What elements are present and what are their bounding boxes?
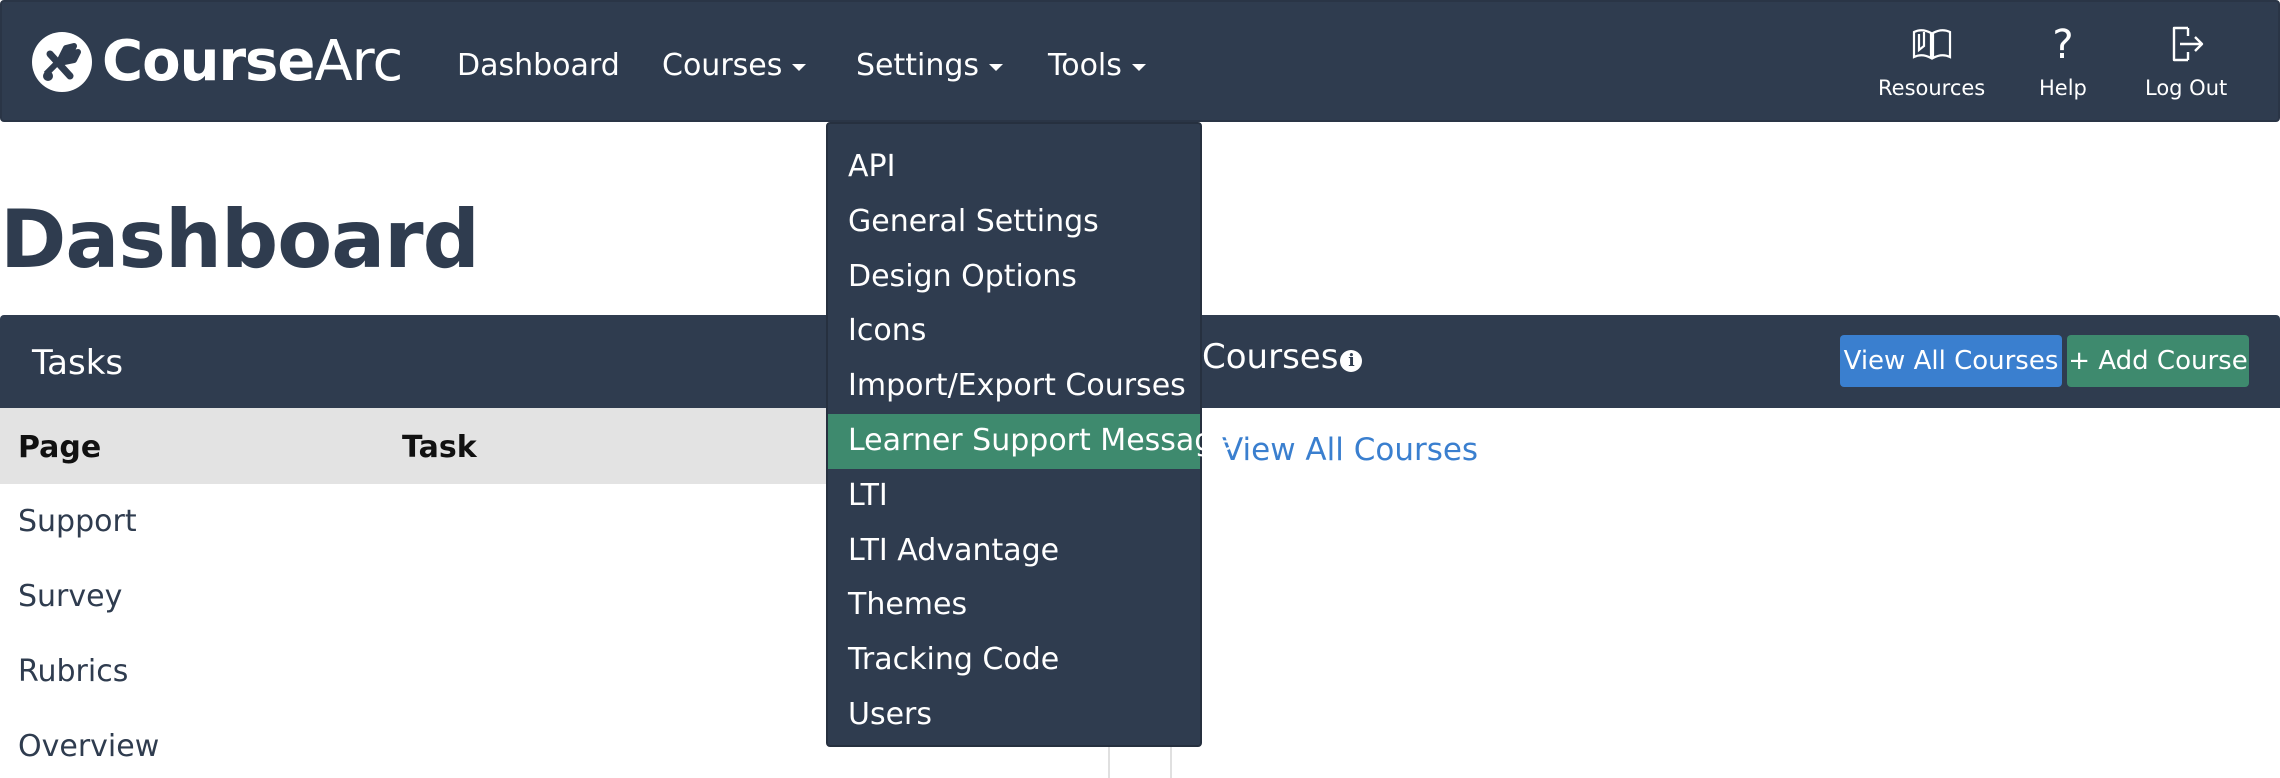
menu-item-import-export-courses[interactable]: Import/Export Courses bbox=[828, 359, 1200, 414]
table-row: Rubrics bbox=[18, 654, 129, 689]
menu-item-icons[interactable]: Icons bbox=[828, 304, 1200, 359]
column-header-task: Task bbox=[402, 430, 477, 465]
logout-link[interactable]: Log Out bbox=[2145, 22, 2227, 100]
nav-courses-label: Courses bbox=[662, 48, 783, 83]
svg-text:?: ? bbox=[2052, 22, 2073, 66]
table-row: Support bbox=[18, 504, 137, 539]
courses-panel-title: Courses i bbox=[1202, 337, 1363, 377]
nav-tools-dropdown[interactable]: Tools bbox=[1048, 48, 1146, 83]
view-all-courses-button[interactable]: View All Courses bbox=[1840, 335, 2062, 387]
menu-item-lti[interactable]: LTI bbox=[828, 469, 1200, 524]
nav-settings-dropdown[interactable]: Settings bbox=[856, 48, 1004, 83]
nav-dashboard-label: Dashboard bbox=[457, 48, 620, 83]
caret-down-icon bbox=[1131, 64, 1146, 71]
help-label: Help bbox=[2039, 76, 2087, 100]
menu-item-general-settings[interactable]: General Settings bbox=[828, 195, 1200, 250]
brand-name: CourseArc bbox=[102, 29, 403, 94]
caret-down-icon bbox=[792, 64, 807, 71]
table-row: Survey bbox=[18, 579, 123, 614]
add-course-button[interactable]: + Add Course bbox=[2067, 335, 2249, 387]
table-row: Overview bbox=[18, 729, 160, 764]
brand-logo-link[interactable]: CourseArc bbox=[30, 29, 403, 94]
courses-panel-title-text: Courses bbox=[1202, 337, 1339, 377]
menu-item-design-options[interactable]: Design Options bbox=[828, 250, 1200, 305]
question-mark-icon: ? bbox=[2052, 22, 2073, 66]
menu-item-tracking-code[interactable]: Tracking Code bbox=[828, 633, 1200, 688]
logout-icon bbox=[2172, 26, 2204, 62]
coursearc-logo-icon bbox=[32, 32, 92, 92]
top-navbar: CourseArc Dashboard Courses Settings Too… bbox=[0, 0, 2280, 122]
view-all-courses-link[interactable]: View All Courses bbox=[1222, 432, 1478, 468]
book-icon bbox=[1912, 29, 1951, 60]
resources-link[interactable]: Resources bbox=[1878, 22, 1985, 100]
courses-panel-header: Courses i View All Courses + Add Course bbox=[1110, 315, 2280, 408]
logout-label: Log Out bbox=[2145, 76, 2228, 100]
menu-item-users[interactable]: Users bbox=[828, 688, 1200, 743]
nav-courses-dropdown[interactable]: Courses bbox=[662, 48, 807, 83]
settings-dropdown-menu: API General Settings Design Options Icon… bbox=[826, 122, 1232, 747]
nav-settings-label: Settings bbox=[856, 48, 980, 83]
menu-item-learner-support-message[interactable]: Learner Support Message bbox=[828, 413, 1232, 469]
menu-item-api[interactable]: API bbox=[828, 140, 1200, 195]
help-link[interactable]: ? Help bbox=[2039, 22, 2087, 100]
menu-item-themes[interactable]: Themes bbox=[828, 578, 1200, 633]
caret-down-icon bbox=[989, 64, 1004, 71]
resources-label: Resources bbox=[1878, 76, 1986, 100]
nav-tools-label: Tools bbox=[1048, 48, 1122, 83]
menu-item-lti-advantage[interactable]: LTI Advantage bbox=[828, 524, 1200, 579]
info-icon[interactable]: i bbox=[1340, 350, 1363, 372]
nav-dashboard[interactable]: Dashboard bbox=[457, 48, 620, 83]
column-header-page: Page bbox=[18, 430, 102, 465]
tasks-panel-title: Tasks bbox=[32, 343, 124, 383]
page-title: Dashboard bbox=[0, 193, 480, 286]
